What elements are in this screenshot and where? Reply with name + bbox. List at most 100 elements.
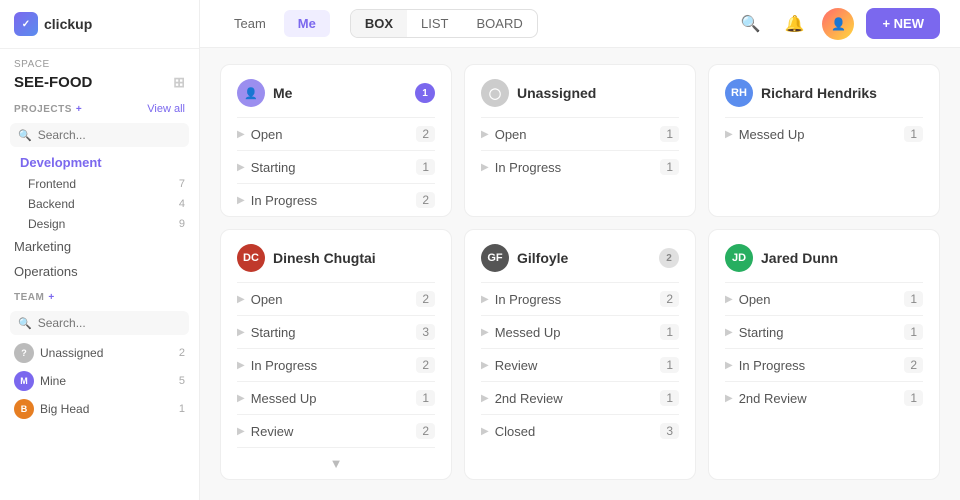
row-label: 2nd Review <box>739 391 807 406</box>
card-user-avatar: JD <box>725 244 753 272</box>
cards-grid: 👤 Me 1 ▶ Open 2 ▶ Starting 1 ▶ <box>220 64 940 480</box>
sidebar-member-unassigned[interactable]: ? Unassigned 2 <box>0 339 199 367</box>
card-row[interactable]: ▶ Open 1 <box>709 283 939 315</box>
team-search-box[interactable]: 🔍 <box>10 311 189 335</box>
design-count: 9 <box>179 218 185 230</box>
card-header: DC Dinesh Chugtai <box>221 230 451 282</box>
sidebar-toggle-icon[interactable]: ⊞ <box>173 74 185 91</box>
projects-label: PROJECTS + <box>14 104 82 115</box>
row-label: In Progress <box>495 160 561 175</box>
card-row[interactable]: ▶ Review 1 <box>465 349 695 381</box>
card-row[interactable]: ▶ Open 1 <box>465 118 695 150</box>
tab-list[interactable]: LIST <box>407 10 462 37</box>
user-avatar-button[interactable]: 👤 <box>822 8 854 40</box>
nav-tab-team[interactable]: Team <box>220 10 280 37</box>
card-user-avatar: 👤 <box>237 79 265 107</box>
space-name[interactable]: SEE-FOOD ⊞ <box>14 74 185 91</box>
project-search-input[interactable] <box>38 128 181 142</box>
card-row[interactable]: ▶ 2nd Review 1 <box>709 382 939 414</box>
user-card-gilfoyle: GF Gilfoyle 2 ▶ In Progress 2 ▶ Messed U… <box>464 229 696 480</box>
team-search-input[interactable] <box>38 316 181 330</box>
row-label: 2nd Review <box>495 391 563 406</box>
team-add-icon[interactable]: + <box>48 292 54 303</box>
row-label: Review <box>251 424 294 439</box>
sidebar: ✓ clickup SPACE SEE-FOOD ⊞ PROJECTS + Vi… <box>0 0 200 500</box>
notifications-button[interactable]: 🔔 <box>778 8 810 40</box>
bighead-count: 1 <box>179 403 185 415</box>
sidebar-member-mine[interactable]: M Mine 5 <box>0 367 199 395</box>
sidebar-member-bighead[interactable]: B Big Head 1 <box>0 395 199 423</box>
card-row[interactable]: ▶ Messed Up 1 <box>221 382 451 414</box>
expand-button[interactable]: ▼ <box>221 448 451 479</box>
card-row[interactable]: ▶ 2nd Review 1 <box>465 382 695 414</box>
card-row[interactable]: ▶ Starting 1 <box>221 151 451 183</box>
project-search-box[interactable]: 🔍 <box>10 123 189 147</box>
card-row[interactable]: ▶ In Progress 2 <box>465 283 695 315</box>
row-count: 1 <box>416 390 435 406</box>
row-chevron-icon: ▶ <box>481 360 489 371</box>
row-count: 2 <box>416 126 435 142</box>
card-row[interactable]: ▶ Open 2 <box>221 118 451 150</box>
row-count: 1 <box>660 324 679 340</box>
row-label: Messed Up <box>251 391 317 406</box>
team-section-header: TEAM + <box>0 284 199 307</box>
row-count: 1 <box>904 324 923 340</box>
card-user-name: Gilfoyle <box>517 250 568 266</box>
user-card-richard-hendriks: RH Richard Hendriks ▶ Messed Up 1 <box>708 64 940 217</box>
main-nav-tabs: Team Me <box>220 10 330 37</box>
row-chevron-icon: ▶ <box>481 327 489 338</box>
mine-name: Mine <box>40 374 66 388</box>
card-row[interactable]: ▶ Starting 3 <box>221 316 451 348</box>
view-type-tabs: BOX LIST BOARD <box>350 9 538 38</box>
row-chevron-icon: ▶ <box>237 426 245 437</box>
card-header: JD Jared Dunn <box>709 230 939 282</box>
tab-board[interactable]: BOARD <box>463 10 537 37</box>
tab-box[interactable]: BOX <box>351 10 407 37</box>
card-row[interactable]: ▶ In Progress 1 <box>465 151 695 183</box>
card-user-name: Unassigned <box>517 85 596 101</box>
card-row[interactable]: ▶ Messed Up 1 <box>465 316 695 348</box>
row-label: Starting <box>251 325 296 340</box>
row-count: 1 <box>904 126 923 142</box>
nav-tab-me[interactable]: Me <box>284 10 330 37</box>
row-count: 1 <box>660 126 679 142</box>
card-row[interactable]: ▶ In Progress 2 <box>221 349 451 381</box>
logo-text: clickup <box>44 16 92 32</box>
card-badge: 1 <box>415 83 435 103</box>
sidebar-item-marketing[interactable]: Marketing <box>0 234 199 259</box>
projects-add-icon[interactable]: + <box>76 104 82 115</box>
unassigned-count: 2 <box>179 347 185 359</box>
bighead-avatar: B <box>14 399 34 419</box>
card-row[interactable]: ▶ In Progress 2 <box>221 184 451 216</box>
card-row[interactable]: ▶ Starting 1 <box>709 316 939 348</box>
card-row[interactable]: ▶ In Progress 2 <box>709 349 939 381</box>
user-card-dinesh-chugtai: DC Dinesh Chugtai ▶ Open 2 ▶ Starting 3 <box>220 229 452 480</box>
card-user-name: Jared Dunn <box>761 250 838 266</box>
project-name[interactable]: Development <box>0 151 199 174</box>
row-count: 1 <box>660 357 679 373</box>
card-user-avatar: GF <box>481 244 509 272</box>
row-count: 2 <box>416 291 435 307</box>
backend-count: 4 <box>179 198 185 210</box>
search-button[interactable]: 🔍 <box>734 8 766 40</box>
new-button[interactable]: + NEW <box>866 8 940 39</box>
card-row[interactable]: ▶ Messed Up 1 <box>709 118 939 150</box>
user-card-me: 👤 Me 1 ▶ Open 2 ▶ Starting 1 ▶ <box>220 64 452 217</box>
project-search-icon: 🔍 <box>18 129 32 142</box>
card-row[interactable]: ▶ Open 2 <box>221 283 451 315</box>
card-row[interactable]: ▶ Review 2 <box>221 415 451 447</box>
sidebar-item-backend[interactable]: Backend 4 <box>0 194 199 214</box>
view-all-link[interactable]: View all <box>147 103 185 115</box>
row-count: 1 <box>660 390 679 406</box>
logo[interactable]: ✓ clickup <box>14 12 92 36</box>
sidebar-item-operations[interactable]: Operations <box>0 259 199 284</box>
row-label: Starting <box>251 160 296 175</box>
card-user-name: Me <box>273 85 292 101</box>
row-chevron-icon: ▶ <box>481 393 489 404</box>
row-chevron-icon: ▶ <box>481 426 489 437</box>
card-row[interactable]: ▶ Closed 3 <box>465 415 695 447</box>
frontend-label: Frontend <box>28 177 76 191</box>
sidebar-item-frontend[interactable]: Frontend 7 <box>0 174 199 194</box>
card-user-avatar: ◯ <box>481 79 509 107</box>
sidebar-item-design[interactable]: Design 9 <box>0 214 199 234</box>
